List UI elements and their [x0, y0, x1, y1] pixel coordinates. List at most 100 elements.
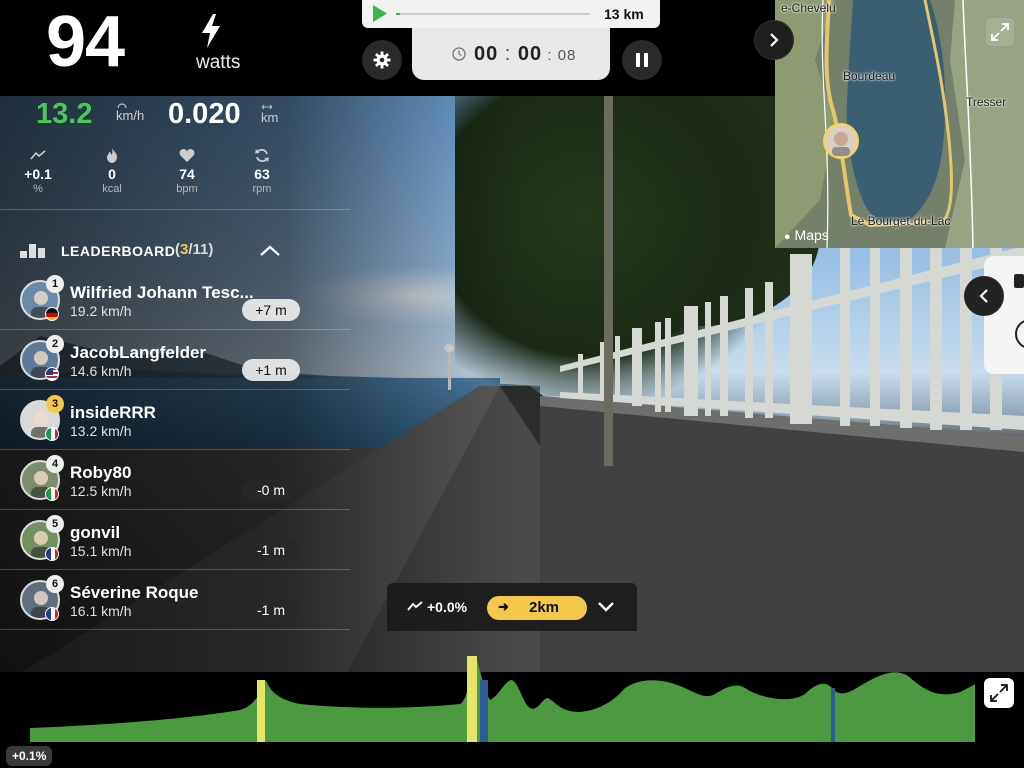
rank-badge: 5 — [46, 515, 64, 533]
rank-badge: 2 — [46, 335, 64, 353]
leaderboard-row[interactable]: 6 Séverine Roque 16.1 km/h -1 m — [0, 570, 350, 630]
rider-name: gonvil — [70, 523, 121, 542]
rider-name: Wilfried Johann Tesc... — [70, 283, 254, 302]
avatar-face — [832, 132, 850, 156]
rank-badge: 4 — [46, 455, 64, 473]
rank-badge: 6 — [46, 575, 64, 593]
route-progress-bar — [396, 13, 590, 15]
flag-us-icon — [45, 367, 59, 381]
timer-seconds: 08 — [557, 47, 577, 64]
rank-badge: 3 — [46, 395, 64, 413]
kcal-unit: kcal — [102, 183, 122, 195]
flag-fr-icon — [45, 547, 59, 561]
map-rider-avatar — [823, 123, 859, 159]
speed-unit: km/h — [116, 108, 145, 123]
kcal-metric: 0 kcal — [82, 148, 142, 195]
leaderboard-row[interactable]: 3 insideRRR 13.2 km/h — [0, 390, 350, 450]
speed-value: 13.2 — [36, 98, 93, 130]
heart-icon — [179, 149, 195, 162]
flame-icon — [107, 148, 117, 163]
rider-speed: 16.1 km/h — [70, 603, 132, 619]
utility-pole — [604, 96, 613, 466]
chevron-right-icon — [770, 33, 779, 47]
rider-name: Roby80 — [70, 463, 132, 482]
refresh-icon — [255, 149, 269, 162]
chevron-left-icon — [979, 289, 988, 303]
leaderboard-title: LEADERBOARD — [61, 243, 176, 259]
map-next-button[interactable] — [754, 20, 794, 60]
power-value: 94 — [46, 2, 125, 82]
route-total-distance: 13 km — [604, 6, 644, 22]
gap-badge: -1 m — [242, 539, 300, 561]
settings-button[interactable] — [362, 40, 402, 80]
route-progress-fill — [396, 13, 400, 15]
slope-metric: +0.1 % — [8, 148, 68, 195]
gap-badge: +7 m — [242, 299, 300, 321]
ride-screen: 94 watts 13 km 00 : 00 : 08 13.2 km/h 0.… — [0, 0, 1024, 768]
slope-value: +0.1 — [24, 166, 52, 182]
map-label-chevelu: e-Chevelu — [781, 1, 836, 15]
heart-rate-unit: bpm — [176, 183, 198, 195]
power-unit: watts — [196, 52, 241, 73]
profile-expand-button[interactable] — [984, 678, 1014, 708]
heart-rate-metric: 74 bpm — [157, 148, 217, 195]
drawer-toggle-button[interactable] — [964, 276, 1004, 316]
flag-de-icon — [45, 307, 59, 321]
cadence-value: 63 — [254, 166, 270, 182]
bolt-icon — [202, 14, 220, 48]
map-label-bourdeau: Bourdeau — [843, 69, 896, 83]
rider-speed: 15.1 km/h — [70, 543, 132, 559]
expand-icon — [990, 684, 1008, 702]
leaderboard-total: 11 — [192, 241, 209, 258]
current-slope: +0.0% — [427, 599, 468, 615]
map-expand-button[interactable] — [986, 18, 1014, 46]
elevation-profile[interactable] — [0, 640, 1024, 768]
kcal-value: 0 — [108, 166, 116, 182]
leaderboard-row[interactable]: 1 Wilfried Johann Tesc... 19.2 km/h +7 m — [0, 270, 350, 330]
distance-value: 0.020 — [168, 98, 241, 130]
map-label-tresser: Tresser — [966, 95, 1007, 109]
pause-icon — [636, 53, 648, 67]
leaderboard-row[interactable]: 5 gonvil 15.1 km/h -1 m — [0, 510, 350, 570]
rider-speed: 14.6 km/h — [70, 363, 132, 379]
timer-hours: 00 — [474, 43, 499, 65]
distance-unit: km — [261, 110, 279, 125]
elapsed-time: 00 : 00 : 08 — [474, 43, 577, 65]
cadence-unit: rpm — [252, 183, 272, 195]
cadence-metric: 63 rpm — [232, 148, 292, 195]
rank-badge: 1 — [46, 275, 64, 293]
slope-icon — [30, 150, 46, 160]
leaderboard-row[interactable]: 2 JacobLangfelder 14.6 km/h +1 m — [0, 330, 350, 390]
apple-logo-icon: ● — [784, 231, 791, 243]
flag-it-icon — [45, 427, 59, 441]
rider-name: insideRRR — [70, 403, 156, 422]
rider-speed: 19.2 km/h — [70, 303, 132, 319]
gear-icon — [373, 51, 391, 69]
heart-rate-value: 74 — [179, 166, 195, 182]
gap-badge: +1 m — [242, 359, 300, 381]
flag-fr-icon — [45, 607, 59, 621]
stats-divider — [0, 209, 350, 210]
leaderboard-row[interactable]: 4 Roby80 12.5 km/h -0 m — [0, 450, 350, 510]
map-label-le-bourget: Le Bourget-du-Lac — [851, 214, 951, 228]
next-segment-distance: 2km — [529, 599, 560, 616]
clock-icon — [452, 47, 466, 61]
bars-icon — [20, 244, 45, 258]
gap-badge: -1 m — [242, 599, 300, 621]
maps-attribution: ● Maps — [784, 227, 829, 243]
expand-icon — [991, 23, 1009, 41]
slope-unit: % — [33, 183, 43, 195]
rider-speed: 13.2 km/h — [70, 423, 132, 439]
gap-badge: -0 m — [242, 479, 300, 501]
pause-button[interactable] — [622, 40, 662, 80]
leaderboard-position: (3/11) — [175, 241, 214, 258]
slope-icon — [407, 601, 423, 611]
next-segment-pill[interactable]: ➜ 2km — [487, 596, 587, 620]
leaderboard-rank: 3 — [180, 241, 189, 258]
timer-minutes: 00 — [517, 43, 543, 65]
play-icon — [373, 5, 387, 22]
chevron-down-icon[interactable] — [596, 600, 616, 614]
chevron-up-icon[interactable] — [258, 242, 282, 260]
rider-name: JacobLangfelder — [70, 343, 207, 362]
flag-it-icon — [45, 487, 59, 501]
